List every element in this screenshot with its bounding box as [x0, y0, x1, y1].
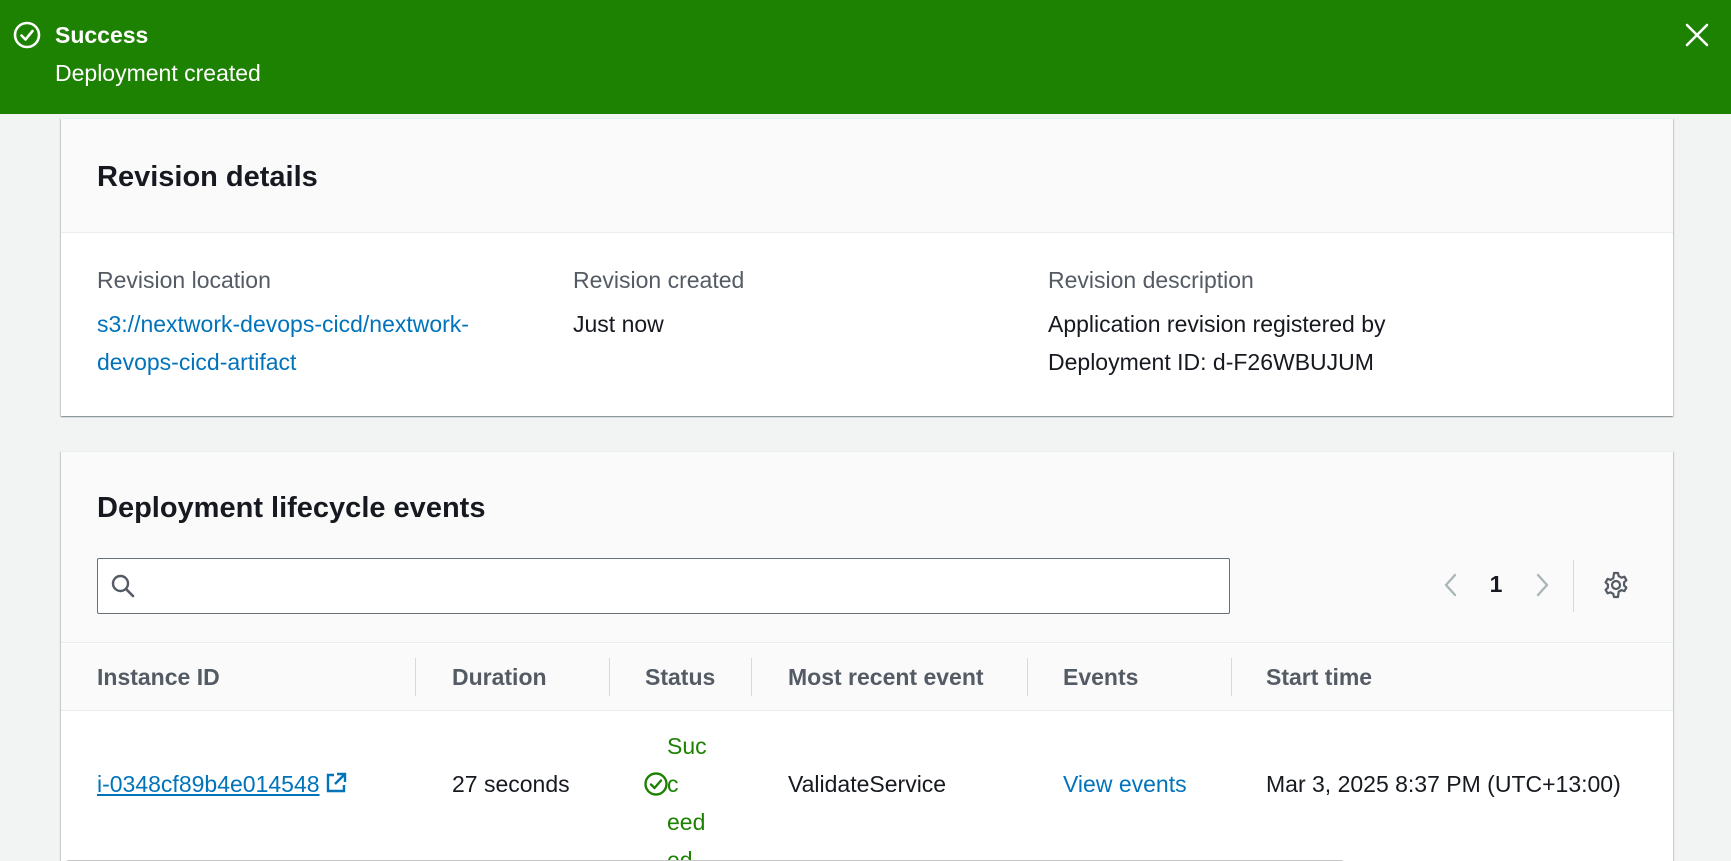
close-icon[interactable]	[1680, 18, 1714, 52]
revision-location-line1[interactable]: s3://nextwork-devops-cicd/nextwork-	[97, 311, 469, 337]
flash-content: Deployment created	[55, 60, 261, 86]
status-text: Succ eed ed	[667, 727, 713, 861]
instance-id-cell[interactable]: i-0348cf89b4e014548	[97, 765, 348, 803]
revision-created-field: Revision created Just now	[573, 265, 1053, 343]
revision-created-value: Just now	[573, 311, 664, 337]
external-link-icon[interactable]	[324, 771, 348, 795]
revision-details-header: Revision details	[61, 119, 1673, 233]
status-cell: Succ eed ed	[643, 727, 713, 861]
chevron-right-icon[interactable]	[1529, 570, 1555, 600]
column-header-instance-id[interactable]: Instance ID	[97, 644, 220, 711]
gear-icon[interactable]	[1601, 570, 1631, 600]
table-header-row: Instance ID Duration Status Most recent …	[61, 644, 1673, 711]
status-text-line3: ed	[667, 847, 693, 861]
duration-cell: 27 seconds	[452, 771, 570, 797]
revision-description-line1: Application revision registered by	[1048, 311, 1386, 337]
status-success-icon	[644, 772, 668, 796]
most-recent-event-cell: ValidateService	[788, 771, 947, 797]
flash-header: Success	[55, 22, 149, 48]
status-text-line1: Succ	[667, 733, 707, 797]
instance-id-link[interactable]: i-0348cf89b4e014548	[97, 771, 320, 797]
column-divider	[1027, 658, 1028, 696]
column-divider	[415, 658, 416, 696]
revision-description-line2: Deployment ID: d-F26WBUJUM	[1048, 349, 1374, 375]
column-header-events[interactable]: Events	[1063, 644, 1138, 711]
column-header-start-time[interactable]: Start time	[1266, 644, 1372, 711]
lifecycle-events-title: Deployment lifecycle events	[97, 492, 486, 524]
column-divider	[609, 658, 610, 696]
column-divider	[751, 658, 752, 696]
status-success-icon	[13, 21, 41, 49]
pagination-divider	[1573, 560, 1574, 612]
column-header-duration[interactable]: Duration	[452, 644, 547, 711]
revision-description-field: Revision description Application revisio…	[1048, 265, 1528, 381]
revision-location-field: Revision location s3://nextwork-devops-c…	[97, 265, 577, 381]
revision-description-label: Revision description	[1048, 267, 1254, 293]
revision-created-label: Revision created	[573, 267, 745, 293]
revision-location-line2[interactable]: devops-cicd-artifact	[97, 349, 296, 375]
chevron-left-icon[interactable]	[1438, 570, 1464, 600]
status-text-line2: eed	[667, 809, 706, 835]
pagination-current-page[interactable]: 1	[1481, 566, 1511, 602]
column-header-status[interactable]: Status	[645, 644, 715, 711]
search-field[interactable]	[97, 558, 1230, 614]
column-divider	[1231, 658, 1232, 696]
start-time-cell: Mar 3, 2025 8:37 PM (UTC+13:00)	[1266, 771, 1621, 797]
view-events-link[interactable]: View events	[1063, 765, 1187, 803]
revision-description-value: Application revision registered by Deplo…	[1048, 305, 1528, 381]
revision-location-link[interactable]: s3://nextwork-devops-cicd/nextwork- devo…	[97, 305, 577, 381]
column-header-most-recent-event[interactable]: Most recent event	[788, 644, 984, 711]
revision-location-label: Revision location	[97, 267, 271, 293]
lifecycle-events-header: Deployment lifecycle events 1	[61, 452, 1673, 643]
search-input[interactable]	[148, 567, 1218, 605]
revision-details-container: Revision details Revision location s3://…	[61, 118, 1673, 416]
revision-details-title: Revision details	[97, 161, 318, 193]
lifecycle-events-container: Deployment lifecycle events 1 Instance I…	[61, 451, 1673, 861]
search-icon	[111, 574, 135, 598]
success-flash-banner: Success Deployment created	[0, 0, 1731, 114]
